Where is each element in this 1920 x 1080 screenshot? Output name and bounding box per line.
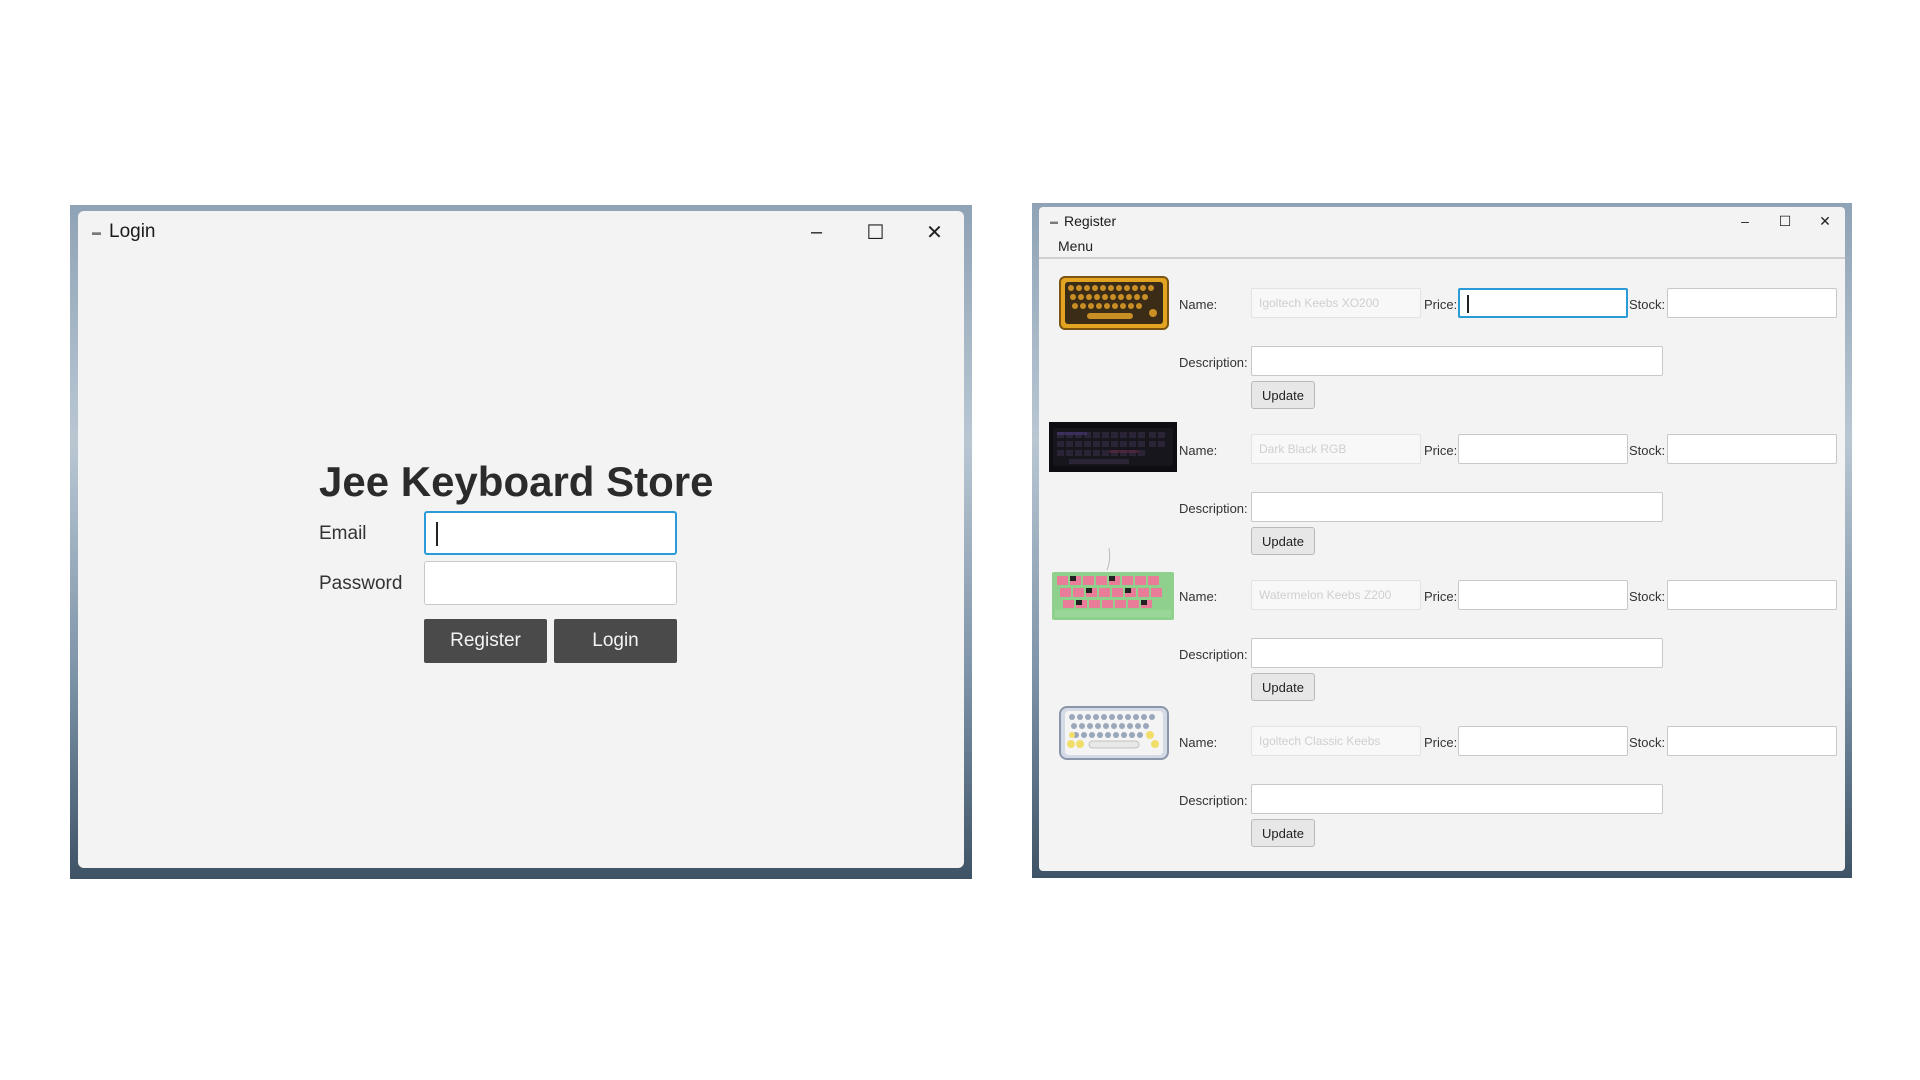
store-title: Jee Keyboard Store <box>319 458 714 505</box>
description-label: Description: <box>1179 501 1248 516</box>
email-field[interactable] <box>424 511 677 555</box>
product-row: Name: Watermelon Keebs Z200 Price: Stock… <box>1039 548 1845 712</box>
login-window: ▬ Login – ☐ ✕ Jee Keyboard Store Email P… <box>78 211 964 868</box>
price-field[interactable] <box>1458 288 1628 318</box>
update-button[interactable]: Update <box>1251 381 1315 409</box>
price-field[interactable] <box>1458 434 1628 464</box>
price-field[interactable] <box>1458 580 1628 610</box>
password-field[interactable] <box>424 561 677 605</box>
stock-field[interactable] <box>1667 434 1837 464</box>
maximize-icon[interactable]: ☐ <box>846 211 905 253</box>
description-field[interactable] <box>1251 638 1663 668</box>
register-titlebar[interactable]: ▬ Register – ☐ ✕ <box>1039 207 1845 235</box>
minimize-icon[interactable]: – <box>787 211 846 253</box>
maximize-icon[interactable]: ☐ <box>1765 207 1805 235</box>
black-rgb-keyboard-image <box>1049 422 1177 472</box>
price-label: Price: <box>1424 443 1458 458</box>
update-button[interactable]: Update <box>1251 819 1315 847</box>
text-caret <box>1467 295 1469 313</box>
menu-bar: Menu <box>1039 235 1845 259</box>
name-label: Name: <box>1179 297 1218 312</box>
menu-item[interactable]: Menu <box>1058 238 1093 254</box>
description-label: Description: <box>1179 793 1248 808</box>
product-row: Name: Dark Black RGB Price: Stock: Descr… <box>1039 420 1845 566</box>
stock-field[interactable] <box>1667 288 1837 318</box>
description-field[interactable] <box>1251 492 1663 522</box>
name-label: Name: <box>1179 589 1218 604</box>
java-app-icon: ▬ <box>92 227 101 237</box>
yellow-retro-keyboard-image <box>1059 276 1169 330</box>
name-field[interactable]: Dark Black RGB <box>1251 434 1421 464</box>
price-label: Price: <box>1424 589 1458 604</box>
stock-label: Stock: <box>1629 443 1666 458</box>
stock-field[interactable] <box>1667 726 1837 756</box>
email-label: Email <box>319 523 367 544</box>
price-label: Price: <box>1424 297 1458 312</box>
name-field[interactable]: Igoltech Keebs XO200 <box>1251 288 1421 318</box>
round-key-keyboard-image <box>1059 706 1169 760</box>
update-button[interactable]: Update <box>1251 673 1315 701</box>
update-button[interactable]: Update <box>1251 527 1315 555</box>
name-field[interactable]: Watermelon Keebs Z200 <box>1251 580 1421 610</box>
description-label: Description: <box>1179 355 1248 370</box>
close-icon[interactable]: ✕ <box>1805 207 1845 235</box>
register-window-title: Register <box>1064 213 1117 229</box>
name-label: Name: <box>1179 735 1218 750</box>
description-field[interactable] <box>1251 784 1663 814</box>
description-label: Description: <box>1179 647 1248 662</box>
register-button[interactable]: Register <box>424 619 547 663</box>
name-field[interactable]: Igoltech Classic Keebs <box>1251 726 1421 756</box>
product-row: Name: Igoltech Keebs XO200 Price: Stock:… <box>1039 274 1845 420</box>
price-field[interactable] <box>1458 726 1628 756</box>
password-label: Password <box>319 573 403 594</box>
product-row: Name: Igoltech Classic Keebs Price: Stoc… <box>1039 706 1845 858</box>
stock-label: Stock: <box>1629 297 1666 312</box>
name-label: Name: <box>1179 443 1218 458</box>
close-icon[interactable]: ✕ <box>905 211 964 253</box>
login-titlebar[interactable]: ▬ Login – ☐ ✕ <box>78 211 964 253</box>
register-window: ▬ Register – ☐ ✕ Menu Name: Igoltech Kee… <box>1039 207 1845 871</box>
login-button[interactable]: Login <box>554 619 677 663</box>
stock-field[interactable] <box>1667 580 1837 610</box>
stock-label: Stock: <box>1629 589 1666 604</box>
text-caret <box>436 522 438 546</box>
java-app-icon: ▬ <box>1050 216 1058 226</box>
stock-label: Stock: <box>1629 735 1666 750</box>
login-window-title: Login <box>109 221 156 242</box>
description-field[interactable] <box>1251 346 1663 376</box>
watermelon-keyboard-image <box>1052 548 1174 620</box>
price-label: Price: <box>1424 735 1458 750</box>
minimize-icon[interactable]: – <box>1725 207 1765 235</box>
